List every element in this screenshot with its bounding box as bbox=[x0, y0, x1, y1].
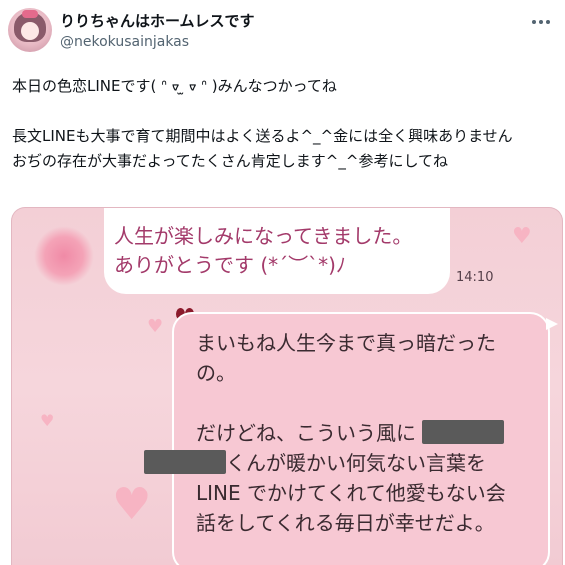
tweet-line: 長文LINEも大事で育て期間中はよく送るよ^_^金には全く興味ありません bbox=[12, 127, 513, 145]
heart-icon: ♥ bbox=[40, 411, 55, 430]
chat-bubble-sent: まいもね人生今まで真っ暗だった の。 だけどね、こういう風に くんが暖かい何気な… bbox=[144, 312, 558, 565]
display-name[interactable]: りりちゃんはホームレスです bbox=[60, 10, 255, 31]
redacted-block bbox=[422, 420, 505, 444]
tweet-text: 本日の色恋LINEです( ᐢ ᢦ ̫ ᢦ ᐢ )みんなつかってね 長文LINEも… bbox=[12, 74, 557, 174]
chat-text: 話をしてくれる毎日が幸せだよ。 bbox=[196, 511, 495, 535]
more-icon[interactable] bbox=[531, 12, 551, 32]
tweet-line: 本日の色恋LINEです( ᐢ ᢦ ̫ ᢦ ᐢ )みんなつかってね bbox=[12, 77, 337, 95]
heart-icon: ♥ bbox=[112, 479, 152, 530]
chat-text: LINE でかけてくれて他愛もない会 bbox=[196, 481, 506, 505]
heart-icon: ♥ bbox=[512, 224, 532, 249]
flower-decoration bbox=[34, 226, 94, 286]
chat-text: の。 bbox=[196, 361, 236, 385]
redacted-block bbox=[144, 450, 226, 474]
chat-text: まいもね人生今まで真っ暗だった bbox=[196, 331, 496, 355]
avatar[interactable] bbox=[8, 8, 52, 52]
chat-text: くんが暖かい何気ない言葉を bbox=[144, 448, 548, 478]
attached-image[interactable]: ♥ ♥ ♥ ♥ ♥ 人生が楽しみになってきました。 ありがとうです (*´︶`*… bbox=[11, 207, 563, 565]
chat-bubble-received: 人生が楽しみになってきました。 ありがとうです (*´︶`*)ﾉ bbox=[104, 208, 450, 294]
message-time: 14:10 bbox=[456, 270, 494, 285]
chat-text: 人生が楽しみになってきました。 bbox=[114, 224, 413, 248]
heart-icon: ♥ bbox=[147, 316, 164, 337]
tweet-header: りりちゃんはホームレスです @nekokusainjakas bbox=[0, 0, 565, 70]
user-handle[interactable]: @nekokusainjakas bbox=[60, 34, 189, 50]
tweet-line: おぢの存在が大事だよってたくさん肯定します^_^参考にしてね bbox=[12, 152, 448, 170]
chat-text: ありがとうです (*´︶`*)ﾉ bbox=[114, 253, 346, 277]
chat-text: だけどね、こういう風に bbox=[196, 418, 548, 448]
